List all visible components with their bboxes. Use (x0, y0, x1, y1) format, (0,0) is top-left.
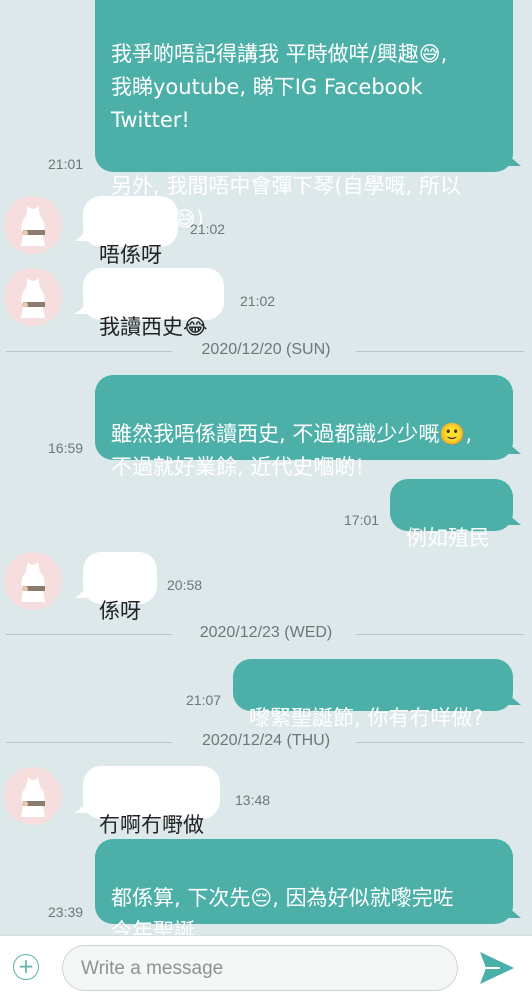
chat-area[interactable]: 我爭啲唔記得講我 平時做咩/興趣😅, 我睇youtube, 睇下IG Faceb… (0, 0, 532, 935)
message-text: 例如殖民 (406, 526, 490, 550)
message-bubble-incoming[interactable]: 係呀 (75, 552, 157, 623)
message-composer: + (0, 935, 532, 999)
message-bubble-outgoing[interactable]: 嚟緊聖誕節, 你有冇咩做? (233, 659, 521, 730)
message-input-box[interactable] (62, 945, 458, 992)
date-separator: 2020/12/23 (WED) (0, 624, 532, 644)
date-separator: 2020/12/24 (THU) (0, 732, 532, 752)
dress-avatar-icon (21, 278, 45, 318)
message-time: 13:48 (235, 792, 271, 808)
contact-avatar[interactable] (4, 196, 62, 254)
message-time: 21:02 (240, 293, 276, 309)
add-attachment-button[interactable]: + (13, 954, 39, 980)
message-time: 21:02 (190, 221, 226, 237)
message-text: 冇啊冇嘢做 (99, 813, 204, 837)
message-text: 雖然我唔係讀西史, 不過都識少少嘅🙂, 不過就好業餘, 近代史嗰啲! (111, 422, 473, 479)
message-bubble-incoming[interactable]: 冇啊冇嘢做 (75, 766, 220, 837)
dress-avatar-icon (21, 206, 45, 246)
message-text: 唔係呀 (99, 243, 162, 267)
plus-circle-icon: + (17, 954, 35, 978)
contact-avatar[interactable] (4, 767, 62, 825)
dress-avatar-icon (21, 777, 45, 817)
message-bubble-outgoing[interactable]: 雖然我唔係讀西史, 不過都識少少嘅🙂, 不過就好業餘, 近代史嗰啲! (95, 375, 521, 479)
message-bubble-outgoing[interactable]: 都係算, 下次先😔, 因為好似就嚟完咗 今年聖誕 (95, 839, 521, 935)
message-text: 係呀 (99, 599, 141, 623)
message-time: 17:01 (344, 512, 380, 528)
date-label: 2020/12/24 (THU) (201, 732, 331, 749)
message-input[interactable] (79, 946, 443, 992)
message-bubble-incoming[interactable]: 唔係呀 (75, 196, 178, 267)
message-text: 都係算, 下次先😔, 因為好似就嚟完咗 今年聖誕 (111, 886, 454, 935)
message-time: 21:01 (48, 156, 84, 172)
contact-avatar[interactable] (4, 552, 62, 610)
dress-avatar-icon (21, 562, 45, 602)
message-text: 我讀西史😂 (99, 315, 208, 339)
date-label: 2020/12/20 (SUN) (201, 341, 331, 358)
date-separator: 2020/12/20 (SUN) (0, 341, 532, 361)
message-bubble-outgoing[interactable]: 例如殖民 (390, 479, 521, 550)
message-bubble-outgoing[interactable]: 我爭啲唔記得講我 平時做咩/興趣😅, 我睇youtube, 睇下IG Faceb… (95, 0, 521, 231)
send-icon[interactable] (478, 950, 516, 986)
message-time: 23:39 (48, 904, 84, 920)
date-label: 2020/12/23 (WED) (199, 624, 333, 641)
message-bubble-incoming[interactable]: 我讀西史😂 (75, 268, 224, 339)
message-time: 16:59 (48, 440, 84, 456)
message-time: 21:07 (186, 692, 222, 708)
contact-avatar[interactable] (4, 268, 62, 326)
message-text: 嚟緊聖誕節, 你有冇咩做? (249, 706, 484, 730)
message-time: 20:58 (167, 577, 203, 593)
